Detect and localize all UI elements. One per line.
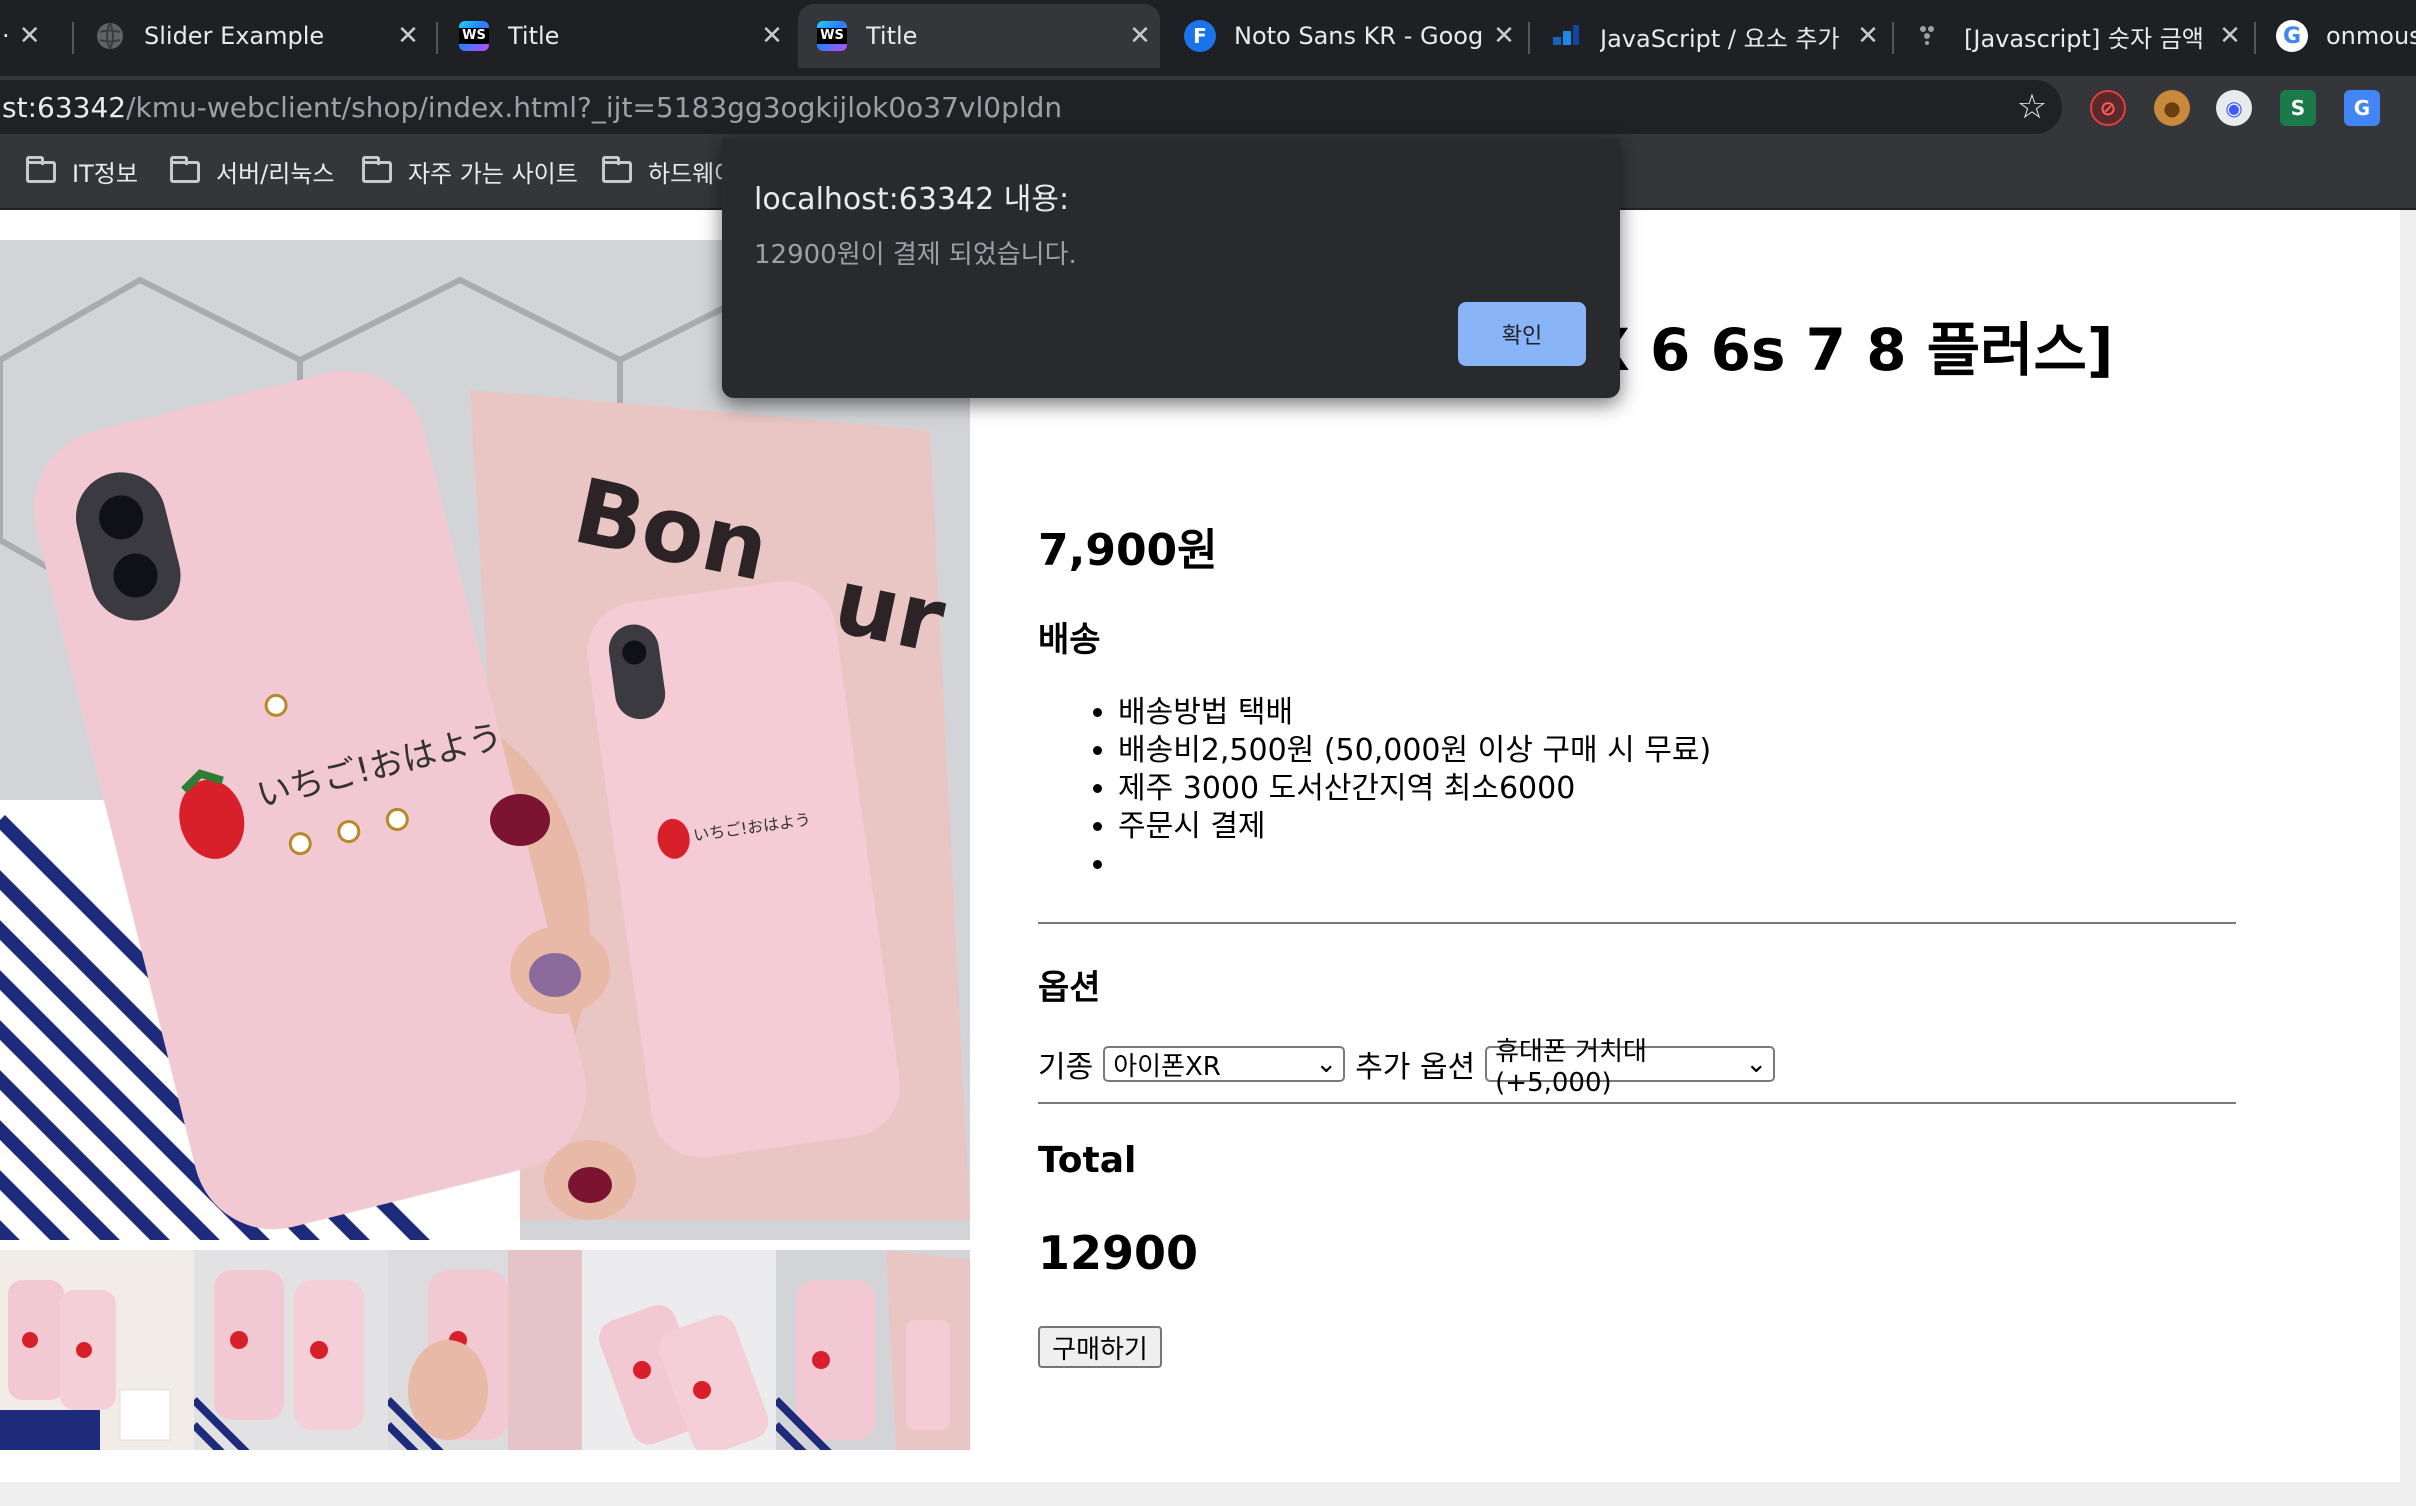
url-path: /kmu-webclient/shop/index.html?_ijt=5183… bbox=[126, 90, 1063, 124]
page-scroll-gutter bbox=[2400, 210, 2416, 1506]
google-icon: G bbox=[2276, 20, 2308, 52]
folder-icon bbox=[170, 155, 200, 183]
list-item: 주문시 결제 bbox=[1118, 808, 1711, 846]
tab-javascript-number[interactable]: [Javascript] 숫자 금액 ✕ bbox=[1896, 4, 2250, 68]
tab-javascript-element[interactable]: JavaScript / 요소 추가 ✕ bbox=[1532, 4, 1888, 68]
tab-partial[interactable]: · ✕ bbox=[0, 4, 60, 68]
tab-title: Title bbox=[508, 22, 560, 50]
buy-button[interactable]: 구매하기 bbox=[1038, 1326, 1162, 1368]
shipping-list: 배송방법 택배 배송비2,500원 (50,000원 이상 구매 시 무료) 제… bbox=[1038, 694, 1711, 884]
tab-noto-sans[interactable]: F Noto Sans KR - Goog ✕ bbox=[1166, 4, 1524, 68]
divider bbox=[1038, 922, 2236, 924]
close-icon[interactable]: ✕ bbox=[752, 21, 792, 51]
close-icon[interactable]: ✕ bbox=[2210, 21, 2250, 51]
bookmark-it[interactable]: IT정보 bbox=[26, 154, 138, 189]
tab-partial-fragment: · bbox=[2, 22, 10, 50]
extra-option-selected-value: 휴대폰 거치대(+5,000) bbox=[1495, 1036, 1647, 1098]
close-icon[interactable]: ✕ bbox=[1120, 21, 1160, 51]
svg-text:ur: ur bbox=[825, 549, 954, 674]
bookmark-star-icon[interactable]: ☆ bbox=[2002, 87, 2062, 127]
address-bar[interactable]: st:63342/kmu-webclient/shop/index.html?_… bbox=[0, 80, 2062, 134]
translate-extension-icon[interactable]: G bbox=[2344, 90, 2380, 126]
alert-title: localhost:63342 내용: bbox=[754, 182, 1070, 217]
model-select[interactable]: 아이폰XR ⌄ bbox=[1103, 1046, 1346, 1082]
list-item bbox=[1118, 846, 1711, 884]
alert-dialog: localhost:63342 내용: 12900원이 결제 되었습니다. 확인 bbox=[722, 138, 1620, 398]
thumbnail-5[interactable] bbox=[776, 1250, 970, 1450]
product-price: 7,900원 bbox=[1038, 525, 1218, 576]
url-host: st:63342 bbox=[2, 90, 127, 124]
bookmark-server-linux[interactable]: 서버/리눅스 bbox=[170, 154, 335, 189]
list-item: 배송비2,500원 (50,000원 이상 구매 시 무료) bbox=[1118, 732, 1711, 770]
close-icon[interactable]: ✕ bbox=[1484, 21, 1524, 51]
thumbnail-1[interactable] bbox=[0, 1250, 194, 1450]
total-heading: Total bbox=[1038, 1140, 1137, 1181]
fonts-icon: F bbox=[1184, 20, 1216, 52]
model-selected-value: 아이폰XR bbox=[1113, 1051, 1221, 1082]
model-label: 기종 bbox=[1038, 1050, 1094, 1085]
site-icon bbox=[1550, 20, 1582, 52]
s-extension-icon[interactable]: S bbox=[2280, 90, 2316, 126]
tab-title: [Javascript] 숫자 금액 bbox=[1964, 24, 2204, 53]
browser-toolbar: st:63342/kmu-webclient/shop/index.html?_… bbox=[0, 76, 2416, 138]
blocker-extension-icon[interactable]: ⊘ bbox=[2090, 90, 2126, 126]
tab-strip: · ✕ Slider Example ✕ WS Title ✕ WS Title… bbox=[0, 0, 2416, 76]
alert-ok-button[interactable]: 확인 bbox=[1458, 302, 1586, 366]
tab-title-active[interactable]: WS Title ✕ bbox=[798, 4, 1160, 68]
site-icon bbox=[1914, 20, 1946, 52]
list-item: 배송방법 택배 bbox=[1118, 694, 1711, 732]
tab-title-1[interactable]: WS Title ✕ bbox=[440, 4, 792, 68]
list-item: 제주 3000 도서산간지역 최소6000 bbox=[1118, 770, 1711, 808]
close-icon[interactable]: ✕ bbox=[388, 21, 428, 51]
extra-option-select[interactable]: 휴대폰 거치대(+5,000) ⌄ bbox=[1485, 1037, 1776, 1098]
bookmark-frequent-sites[interactable]: 자주 가는 사이트 bbox=[362, 154, 578, 189]
thumbnail-3[interactable] bbox=[388, 1250, 582, 1450]
eye-extension-icon[interactable]: ◉ bbox=[2216, 90, 2252, 126]
tab-title: Noto Sans KR - Goog bbox=[1234, 22, 1484, 50]
bookmark-label: IT정보 bbox=[72, 160, 138, 188]
cookie-extension-icon[interactable]: ● bbox=[2154, 90, 2190, 126]
page-bottom-area bbox=[0, 1482, 2416, 1506]
tab-title: JavaScript / 요소 추가 bbox=[1600, 24, 1840, 53]
thumbnail-4[interactable] bbox=[582, 1250, 776, 1450]
options-row: 기종 아이폰XR ⌄ 추가 옵션 휴대폰 거치대(+5,000) ⌄ bbox=[1038, 1037, 1785, 1098]
extra-option-label: 추가 옵션 bbox=[1355, 1050, 1476, 1085]
close-icon[interactable]: ✕ bbox=[1848, 21, 1888, 51]
bookmark-label: 자주 가는 사이트 bbox=[408, 160, 578, 188]
chevron-down-icon: ⌄ bbox=[1315, 1049, 1338, 1079]
folder-icon bbox=[602, 155, 632, 183]
bookmark-hardware[interactable]: 하드웨어 bbox=[602, 154, 736, 189]
tab-title: Slider Example bbox=[144, 22, 325, 50]
tab-slider-example[interactable]: Slider Example ✕ bbox=[76, 4, 428, 68]
thumbnail-strip bbox=[0, 1250, 970, 1450]
close-icon[interactable]: ✕ bbox=[10, 21, 50, 51]
divider bbox=[1038, 1102, 2236, 1104]
thumbnail-2[interactable] bbox=[194, 1250, 388, 1450]
folder-icon bbox=[26, 155, 56, 183]
total-value: 12900 bbox=[1038, 1226, 1199, 1280]
chevron-down-icon: ⌄ bbox=[1745, 1049, 1768, 1079]
url-text[interactable]: st:63342/kmu-webclient/shop/index.html?_… bbox=[0, 91, 2002, 124]
tab-google[interactable]: G onmous bbox=[2258, 4, 2416, 68]
tab-title: Title bbox=[866, 22, 918, 50]
webstorm-icon: WS bbox=[816, 20, 848, 52]
globe-icon bbox=[94, 20, 126, 52]
alert-message: 12900원이 결제 되었습니다. bbox=[754, 240, 1077, 270]
webstorm-icon: WS bbox=[458, 20, 490, 52]
tab-title: onmous bbox=[2326, 22, 2416, 50]
folder-icon bbox=[362, 155, 392, 183]
bookmark-label: 서버/리눅스 bbox=[216, 160, 335, 188]
shipping-heading: 배송 bbox=[1038, 620, 1101, 660]
options-heading: 옵션 bbox=[1038, 968, 1101, 1008]
